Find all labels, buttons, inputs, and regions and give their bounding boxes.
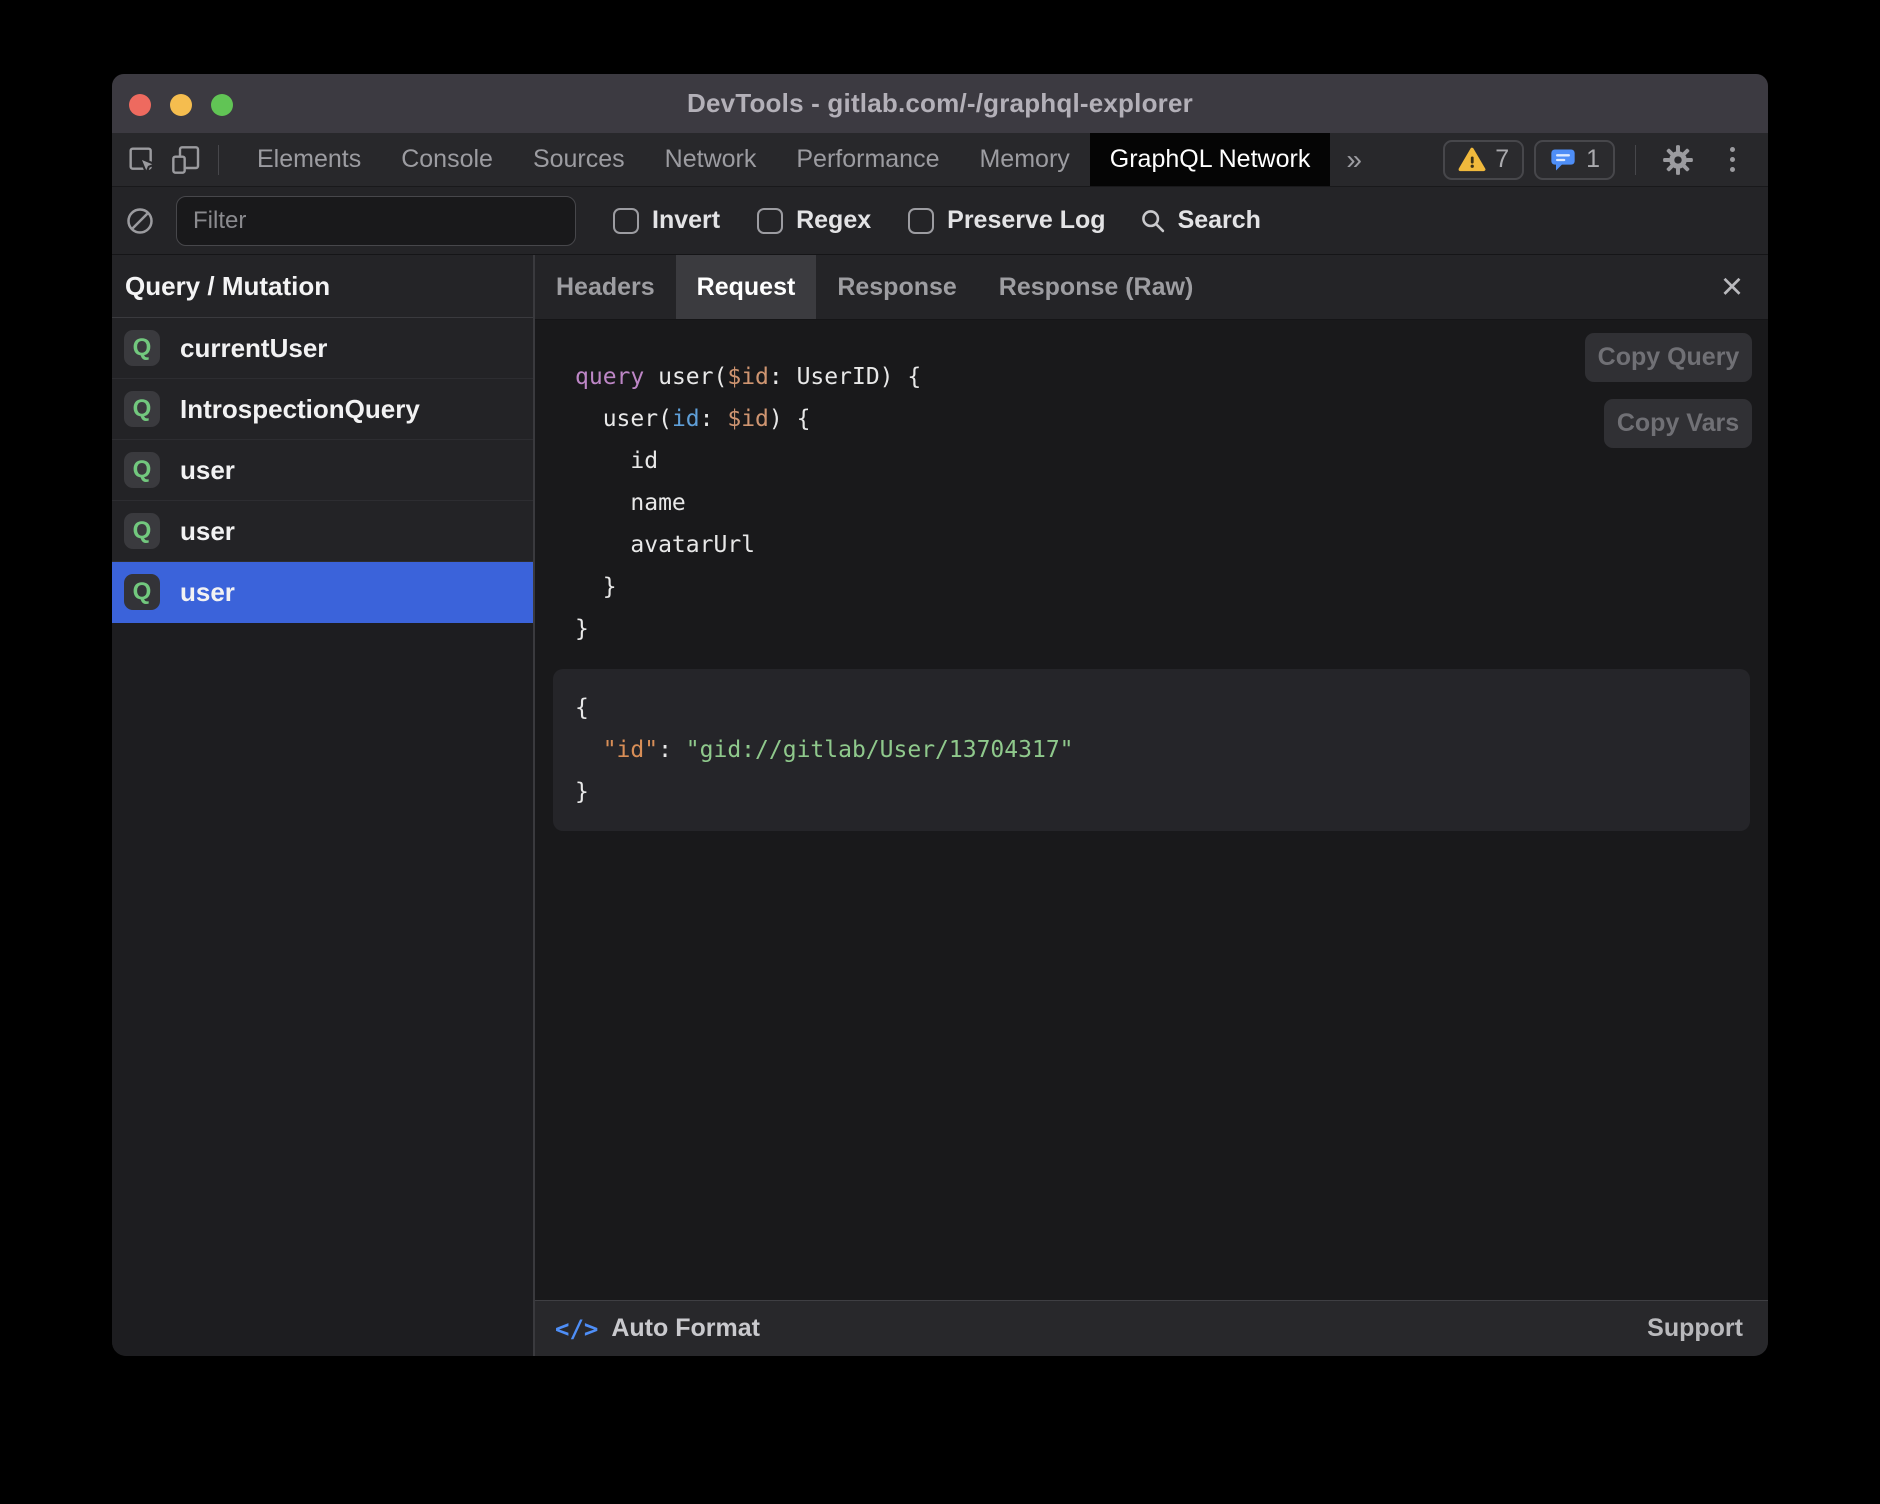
titlebar: DevTools - gitlab.com/-/graphql-explorer bbox=[112, 74, 1768, 133]
close-window-button[interactable] bbox=[129, 94, 151, 116]
more-tabs-button[interactable]: » bbox=[1330, 144, 1378, 176]
block-icon bbox=[125, 206, 155, 236]
devtools-tab-network[interactable]: Network bbox=[645, 133, 777, 186]
auto-format-button[interactable]: </> Auto Format bbox=[555, 1314, 760, 1343]
message-bubble-icon bbox=[1549, 147, 1577, 173]
regex-checkbox-group[interactable]: Regex bbox=[757, 206, 871, 235]
query-type-badge: Q bbox=[124, 574, 160, 610]
query-name: user bbox=[180, 577, 235, 608]
code-line: user(id: $id) { bbox=[575, 398, 1768, 440]
warning-icon bbox=[1458, 147, 1486, 173]
code-line: avatarUrl bbox=[575, 524, 1768, 566]
status-badges: 7 1 bbox=[1443, 138, 1754, 182]
devtools-tab-memory[interactable]: Memory bbox=[959, 133, 1089, 186]
search-label: Search bbox=[1178, 206, 1261, 235]
query-type-badge: Q bbox=[124, 330, 160, 366]
query-list-item[interactable]: Quser bbox=[112, 440, 533, 501]
detail-tab-response-raw[interactable]: Response (Raw) bbox=[978, 255, 1214, 319]
query-name: IntrospectionQuery bbox=[180, 394, 420, 425]
query-list-item[interactable]: QcurrentUser bbox=[112, 318, 533, 379]
devtools-tab-performance[interactable]: Performance bbox=[776, 133, 959, 186]
code-line: "id": "gid://gitlab/User/13704317" bbox=[575, 729, 1750, 771]
toolbar-divider bbox=[218, 145, 219, 175]
kebab-menu-icon bbox=[1730, 147, 1735, 172]
main-split: Query / Mutation QcurrentUserQIntrospect… bbox=[112, 255, 1768, 1356]
request-pane: Copy Query Copy Vars query user($id: Use… bbox=[535, 320, 1768, 1300]
copy-vars-button[interactable]: Copy Vars bbox=[1604, 399, 1752, 448]
clear-filter-button[interactable] bbox=[118, 199, 162, 243]
search-control[interactable]: Search bbox=[1139, 206, 1261, 235]
query-list-item[interactable]: Quser bbox=[112, 501, 533, 562]
detail-panel: HeadersRequestResponseResponse (Raw) × Co… bbox=[535, 255, 1768, 1356]
code-brackets-icon: </> bbox=[555, 1315, 598, 1343]
code-line: { bbox=[575, 687, 1750, 729]
variables-json-code: { "id": "gid://gitlab/User/13704317"} bbox=[575, 687, 1750, 813]
devtools-tabbar: ElementsConsoleSourcesNetworkPerformance… bbox=[112, 133, 1768, 187]
zoom-window-button[interactable] bbox=[211, 94, 233, 116]
code-line: } bbox=[575, 566, 1768, 608]
variables-panel: { "id": "gid://gitlab/User/13704317"} bbox=[553, 669, 1750, 831]
devtools-tab-strip: ElementsConsoleSourcesNetworkPerformance… bbox=[237, 133, 1330, 186]
messages-badge[interactable]: 1 bbox=[1534, 140, 1615, 180]
inspect-element-button[interactable] bbox=[120, 138, 164, 182]
gear-icon bbox=[1661, 143, 1695, 177]
inspect-cursor-icon bbox=[126, 144, 158, 176]
code-line: } bbox=[575, 608, 1768, 650]
invert-checkbox[interactable] bbox=[613, 208, 639, 234]
close-detail-button[interactable]: × bbox=[1706, 255, 1758, 319]
warnings-badge[interactable]: 7 bbox=[1443, 140, 1524, 180]
filter-input[interactable] bbox=[176, 196, 576, 246]
minimize-window-button[interactable] bbox=[170, 94, 192, 116]
devtools-tab-sources[interactable]: Sources bbox=[513, 133, 645, 186]
query-name: user bbox=[180, 516, 235, 547]
auto-format-label: Auto Format bbox=[611, 1314, 760, 1343]
support-link[interactable]: Support bbox=[1647, 1314, 1743, 1343]
devtools-window: DevTools - gitlab.com/-/graphql-explorer… bbox=[112, 74, 1768, 1356]
query-list-panel: Query / Mutation QcurrentUserQIntrospect… bbox=[112, 255, 535, 1356]
preserve-log-label: Preserve Log bbox=[947, 206, 1105, 235]
code-line: } bbox=[575, 771, 1750, 813]
query-type-badge: Q bbox=[124, 452, 160, 488]
regex-checkbox[interactable] bbox=[757, 208, 783, 234]
query-list-item[interactable]: Quser bbox=[112, 562, 533, 623]
menu-button[interactable] bbox=[1710, 138, 1754, 182]
query-type-badge: Q bbox=[124, 513, 160, 549]
toolbar-divider bbox=[1635, 145, 1636, 175]
code-line: name bbox=[575, 482, 1768, 524]
copy-query-button[interactable]: Copy Query bbox=[1585, 333, 1752, 382]
query-list: QcurrentUserQIntrospectionQueryQuserQuse… bbox=[112, 318, 533, 623]
settings-button[interactable] bbox=[1656, 138, 1700, 182]
invert-label: Invert bbox=[652, 206, 720, 235]
code-line: id bbox=[575, 440, 1768, 482]
search-icon bbox=[1139, 207, 1167, 235]
device-toolbar-icon bbox=[170, 144, 202, 176]
detail-tab-headers[interactable]: Headers bbox=[535, 255, 676, 319]
detail-footer: </> Auto Format Support bbox=[535, 1300, 1768, 1356]
query-list-header: Query / Mutation bbox=[112, 255, 533, 318]
detail-tab-response[interactable]: Response bbox=[816, 255, 977, 319]
device-toolbar-button[interactable] bbox=[164, 138, 208, 182]
devtools-tab-elements[interactable]: Elements bbox=[237, 133, 381, 186]
traffic-lights bbox=[129, 94, 233, 116]
preserve-log-checkbox-group[interactable]: Preserve Log bbox=[908, 206, 1105, 235]
regex-label: Regex bbox=[796, 206, 871, 235]
invert-checkbox-group[interactable]: Invert bbox=[613, 206, 720, 235]
warning-count: 7 bbox=[1495, 145, 1509, 174]
detail-tab-strip: HeadersRequestResponseResponse (Raw) × bbox=[535, 255, 1768, 320]
devtools-tab-graphql-network[interactable]: GraphQL Network bbox=[1090, 133, 1331, 186]
filter-bar: Invert Regex Preserve Log Search bbox=[112, 187, 1768, 255]
detail-tab-request[interactable]: Request bbox=[676, 255, 817, 319]
window-title: DevTools - gitlab.com/-/graphql-explorer bbox=[112, 88, 1768, 119]
query-name: currentUser bbox=[180, 333, 327, 364]
message-count: 1 bbox=[1586, 145, 1600, 174]
query-type-badge: Q bbox=[124, 391, 160, 427]
preserve-log-checkbox[interactable] bbox=[908, 208, 934, 234]
graphql-query-code: query user($id: UserID) { user(id: $id) … bbox=[575, 356, 1768, 650]
query-list-item[interactable]: Q IntrospectionQuery bbox=[112, 379, 533, 440]
devtools-tab-console[interactable]: Console bbox=[381, 133, 513, 186]
query-name: user bbox=[180, 455, 235, 486]
